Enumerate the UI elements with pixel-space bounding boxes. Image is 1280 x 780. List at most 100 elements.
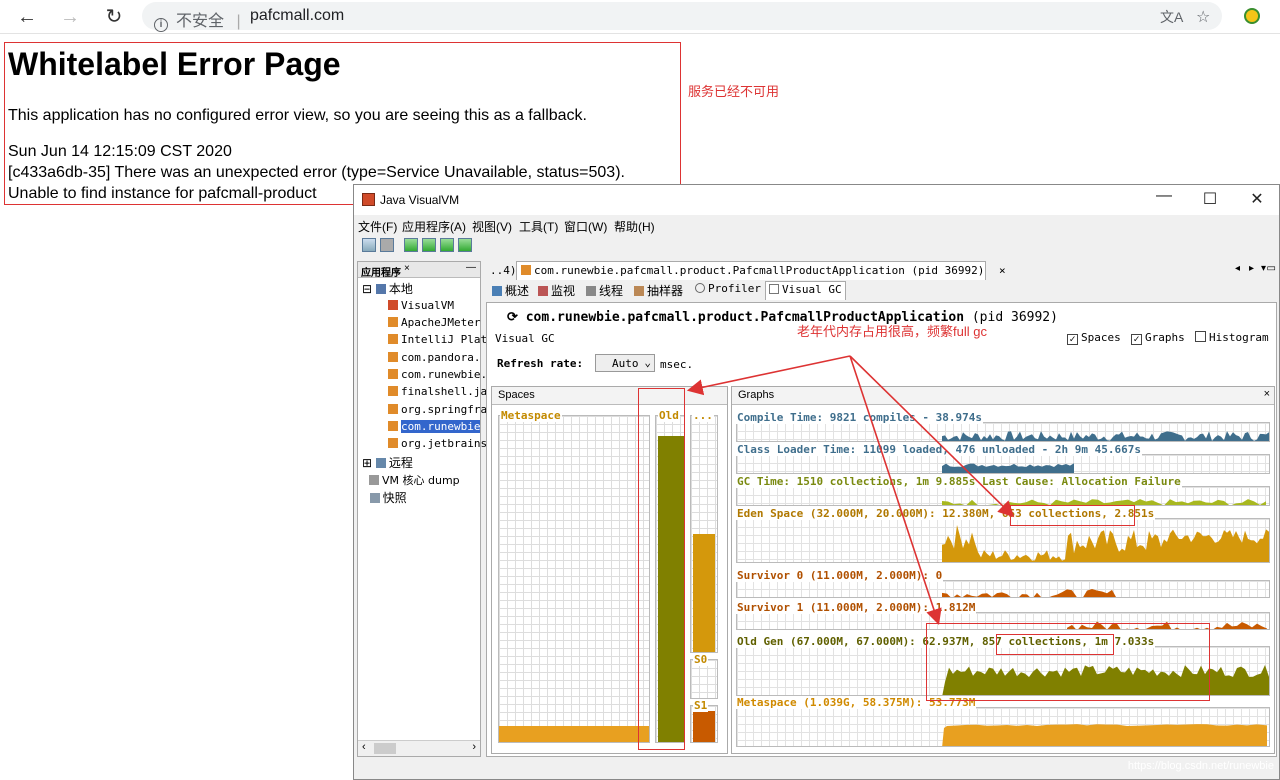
save-icon[interactable] — [380, 238, 394, 252]
java-icon — [388, 404, 398, 414]
section-title: Visual GC — [495, 332, 555, 345]
tree-item-finalshell[interactable]: finalshell.ja — [388, 385, 487, 398]
back-icon[interactable]: ← — [14, 4, 40, 30]
tab-overflow[interactable]: ..4) — [490, 264, 517, 277]
monitor-icon — [538, 286, 548, 296]
error-detail: [c433a6db-35] There was an unexpected er… — [8, 164, 625, 181]
url-text[interactable]: pafcmall.com — [250, 7, 344, 25]
browser-toolbar: ← → ↻ i 不安全 | pafcmall.com 文A ☆ — [0, 0, 1280, 34]
menu-file[interactable]: 文件(F) — [358, 218, 397, 235]
spaces-title: Spaces — [498, 389, 535, 401]
tree-node-snapshots[interactable]: 快照 — [362, 489, 407, 506]
toolbar — [354, 235, 1279, 257]
extension-icon[interactable] — [1244, 8, 1260, 24]
metaspace-bar — [498, 415, 650, 743]
scroll-thumb[interactable] — [374, 743, 396, 754]
menu-tools[interactable]: 工具(T) — [519, 218, 558, 235]
tree-item-runewbie-1[interactable]: com.runewbie. — [388, 368, 487, 381]
horizontal-scrollbar[interactable]: ‹ › — [358, 740, 480, 756]
address-bar[interactable]: i 不安全 | pafcmall.com 文A ☆ — [142, 2, 1222, 32]
snapshot-icon — [369, 493, 380, 503]
tree-item-jetbrains[interactable]: org.jetbrains — [388, 437, 487, 450]
java-icon — [388, 386, 398, 396]
compile-time-label: Compile Time: 9821 compiles - 38.974s — [736, 411, 984, 424]
tab-left-icon[interactable]: ◂ — [1235, 263, 1240, 274]
tab-profiler[interactable]: Profiler — [692, 281, 764, 300]
forward-icon[interactable]: → — [57, 4, 83, 30]
g-class-area — [942, 463, 1074, 473]
annotation-old-gen: 老年代内存占用很高，频繁full gc — [797, 324, 987, 339]
error-message: Unable to find instance for pafcmall-pro… — [8, 185, 317, 202]
refresh-rate-select[interactable]: Auto ⌄ — [595, 354, 655, 372]
tab-close-icon[interactable]: × — [999, 264, 1006, 277]
checkbox-icon: ✓ — [1131, 334, 1142, 345]
menu-applications[interactable]: 应用程序(A) — [402, 218, 466, 235]
tab-list-icon[interactable]: ▾ — [1261, 263, 1266, 274]
applications-panel-header: 应用程序 × — — [358, 262, 480, 279]
computer-icon — [375, 284, 386, 294]
tree-item-runewbie-selected[interactable]: com.runewbie — [388, 420, 481, 433]
translate-icon[interactable]: 文A — [1160, 7, 1183, 27]
sampler-icon — [634, 286, 644, 296]
spaces-checkbox[interactable]: ✓ Spaces — [1067, 331, 1121, 345]
scroll-right-icon[interactable]: › — [472, 741, 476, 753]
histogram-checkbox[interactable]: Histogram — [1195, 331, 1269, 344]
survivor0-graph — [736, 580, 1270, 598]
tree-node-local[interactable]: ⊟ 本地 — [362, 280, 413, 297]
gc-time-label: GC Time: 1510 collections, 1m 9.885s Las… — [736, 475, 1182, 488]
menu-help[interactable]: 帮助(H) — [614, 218, 655, 235]
star-icon[interactable]: ☆ — [1196, 7, 1210, 27]
close-icon[interactable]: × — [1264, 388, 1270, 400]
survivor0-label: Survivor 0 (11.000M, 2.000M): 0 — [736, 569, 944, 582]
add-remote-icon[interactable] — [422, 238, 436, 252]
tab-maximize-icon[interactable]: ▭ — [1267, 263, 1276, 274]
loading-icon: ⟳ — [507, 310, 526, 325]
tree-item-pandora[interactable]: com.pandora. — [388, 351, 480, 364]
security-indicator[interactable]: i 不安全 | — [154, 7, 241, 32]
maximize-button[interactable]: ☐ — [1200, 189, 1220, 209]
eden-space-graph — [736, 518, 1270, 563]
tab-pafcmall-product[interactable]: com.runewbie.pafcmall.product.PafcmallPr… — [516, 261, 1006, 280]
g-compile-area — [942, 431, 1269, 441]
tab-threads[interactable]: 线程 — [583, 281, 626, 300]
applications-panel: 应用程序 × — ⊟ 本地 VisualVM ApacheJMeter Inte… — [357, 261, 487, 757]
close-button[interactable]: ✕ — [1247, 189, 1267, 209]
profiler-icon — [695, 283, 705, 293]
tree-item-jmeter[interactable]: ApacheJMeter — [388, 316, 480, 329]
s1-fill — [693, 711, 715, 742]
panel-minimize-icon[interactable]: — — [466, 262, 476, 273]
reload-icon[interactable]: ↻ — [101, 4, 127, 30]
minimize-button[interactable]: — — [1154, 187, 1174, 205]
g-eden-area — [942, 525, 1269, 562]
add-snapshot-icon[interactable] — [440, 238, 454, 252]
tab-visual-gc[interactable]: Visual GC — [765, 281, 846, 300]
security-label: 不安全 — [176, 13, 225, 30]
tree-item-springframework[interactable]: org.springfra — [388, 403, 487, 416]
java-icon — [388, 352, 398, 362]
compile-time-graph — [736, 422, 1270, 442]
add-jmx-icon[interactable] — [404, 238, 418, 252]
tree-item-intellij[interactable]: IntelliJ Plat — [388, 333, 487, 346]
metaspace-fill — [499, 725, 649, 742]
applications-panel-title: 应用程序 — [361, 268, 401, 279]
tab-sampler[interactable]: 抽样器 — [631, 281, 686, 300]
add-coredump-icon[interactable] — [458, 238, 472, 252]
tree-node-coredump[interactable]: VM 核心 dump — [362, 472, 460, 488]
spaces-panel-header: Spaces — [492, 387, 727, 405]
tab-right-icon[interactable]: ▸ — [1249, 263, 1254, 274]
gc-time-graph — [736, 486, 1270, 506]
menu-window[interactable]: 窗口(W) — [564, 218, 607, 235]
tab-monitor[interactable]: 监视 — [535, 281, 578, 300]
class-loader-label: Class Loader Time: 11099 loaded, 476 unl… — [736, 443, 1142, 456]
java-icon — [521, 265, 531, 275]
app-icon — [388, 300, 398, 310]
graphs-checkbox[interactable]: ✓ Graphs — [1131, 331, 1185, 345]
open-icon[interactable] — [362, 238, 376, 252]
tab-overview[interactable]: 概述 — [489, 281, 532, 300]
window-titlebar[interactable]: Java VisualVM — ☐ ✕ — [354, 185, 1279, 215]
tree-node-remote[interactable]: ⊞ 远程 — [362, 454, 413, 471]
scroll-left-icon[interactable]: ‹ — [362, 741, 366, 753]
menu-view[interactable]: 视图(V) — [472, 218, 512, 235]
panel-close-icon[interactable]: × — [404, 263, 410, 274]
tree-item-visualvm[interactable]: VisualVM — [388, 299, 454, 312]
